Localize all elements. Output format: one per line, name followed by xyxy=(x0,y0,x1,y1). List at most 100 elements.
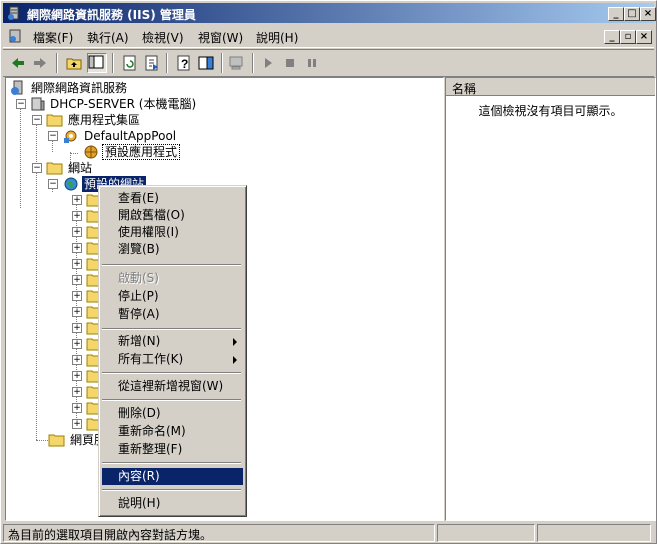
stop-icon[interactable] xyxy=(281,54,299,72)
collapse-toggle[interactable]: − xyxy=(32,115,42,125)
iis-app-icon xyxy=(8,6,19,20)
expand-toggle[interactable]: + xyxy=(72,211,82,221)
menu-view[interactable]: 檢視(V) xyxy=(142,29,184,46)
expand-toggle[interactable]: + xyxy=(72,419,82,429)
expand-toggle[interactable]: + xyxy=(72,323,82,333)
ctx-item-stop-label: 停止(P) xyxy=(118,289,159,303)
maximize-button[interactable]: □ xyxy=(624,7,640,21)
ctx-item-properties-label: 內容(R) xyxy=(118,469,160,483)
up-folder-icon[interactable] xyxy=(65,54,83,72)
status-field-3 xyxy=(537,524,651,542)
expand-toggle[interactable]: + xyxy=(72,371,82,381)
ctx-item-explore-label: 查看(E) xyxy=(118,191,159,205)
menu-file[interactable]: 檔案(F) xyxy=(33,29,73,46)
ctx-item-new-window[interactable]: 從這裡新增視窗(W) xyxy=(102,378,243,395)
expand-toggle[interactable]: + xyxy=(72,243,82,253)
ctx-item-all-tasks-label: 所有工作(K) xyxy=(118,352,184,366)
help-icon[interactable]: ? xyxy=(175,54,193,72)
expand-toggle[interactable]: + xyxy=(72,387,82,397)
ctx-item-permissions[interactable]: 使用權限(I) xyxy=(102,224,243,241)
ctx-item-start: 啟動(S) xyxy=(102,270,243,287)
ctx-item-pause[interactable]: 暫停(A) xyxy=(102,306,243,323)
close-button[interactable]: × xyxy=(640,7,656,21)
menu-bar: 檔案(F) 執行(A) 檢視(V) 視窗(W) 說明(H) _ ▫ × xyxy=(3,25,654,48)
menu-separator xyxy=(102,462,241,464)
main-window: 網際網路資訊服務 (IIS) 管理員 _ □ × 檔案(F) 執行(A) 檢視(… xyxy=(0,0,657,544)
expand-toggle[interactable]: + xyxy=(72,307,82,317)
ctx-item-refresh-label: 重新整理(F) xyxy=(118,442,183,456)
menu-separator xyxy=(102,328,241,330)
web-app-icon xyxy=(84,145,98,159)
computer-icon[interactable] xyxy=(227,54,245,72)
ctx-item-rename[interactable]: 重新命名(M) xyxy=(102,423,243,440)
tree-item-websites-label: 網站 xyxy=(68,161,93,175)
collapse-toggle[interactable]: − xyxy=(48,179,58,189)
status-field-2 xyxy=(437,524,535,542)
app-pool-icon xyxy=(64,130,77,143)
minimize-button[interactable]: _ xyxy=(608,7,624,21)
ctx-item-browse[interactable]: 瀏覽(B) xyxy=(102,241,243,258)
mdi-minimize-button[interactable]: _ xyxy=(604,30,620,44)
ctx-item-permissions-label: 使用權限(I) xyxy=(118,225,179,239)
ctx-item-new-window-label: 從這裡新增視窗(W) xyxy=(118,379,224,393)
refresh-icon[interactable] xyxy=(121,54,139,72)
ctx-item-properties[interactable]: 內容(R) xyxy=(102,468,243,485)
iis-root-icon xyxy=(11,80,23,95)
ctx-item-help-label: 說明(H) xyxy=(118,496,161,510)
menu-window[interactable]: 視窗(W) xyxy=(198,29,243,46)
back-arrow-icon[interactable] xyxy=(9,54,27,72)
folder-icon xyxy=(48,434,65,447)
expand-toggle[interactable]: + xyxy=(72,259,82,269)
server-icon xyxy=(31,97,45,111)
console-icon[interactable] xyxy=(8,29,24,43)
play-icon[interactable] xyxy=(259,54,277,72)
svg-text:?: ? xyxy=(181,57,188,71)
tree-root-label: 網際網路資訊服務 xyxy=(31,81,128,95)
tree-item-default-app-label: 預設應用程式 xyxy=(102,144,181,160)
menu-separator xyxy=(102,264,241,266)
collapse-toggle[interactable]: − xyxy=(16,99,26,109)
status-bar: 為目前的選取項目開啟內容對話方塊。 xyxy=(3,523,654,542)
ctx-item-rename-label: 重新命名(M) xyxy=(118,424,186,438)
export-list-icon[interactable] xyxy=(143,54,161,72)
expand-toggle[interactable]: + xyxy=(72,403,82,413)
ctx-item-open[interactable]: 開啟舊檔(O) xyxy=(102,207,243,224)
pause-icon[interactable] xyxy=(303,54,321,72)
folder-icon xyxy=(46,114,63,127)
collapse-toggle[interactable]: − xyxy=(48,131,58,141)
title-bar[interactable]: 網際網路資訊服務 (IIS) 管理員 _ □ × xyxy=(3,3,656,23)
mdi-close-button[interactable]: × xyxy=(636,30,652,44)
submenu-arrow-icon xyxy=(233,338,237,346)
show-tree-button[interactable] xyxy=(87,53,107,73)
ctx-item-stop[interactable]: 停止(P) xyxy=(102,288,243,305)
context-menu: 查看(E) 開啟舊檔(O) 使用權限(I) 瀏覽(B) 啟動(S) 停止(P) … xyxy=(98,185,247,517)
ctx-item-pause-label: 暫停(A) xyxy=(118,307,160,321)
menu-help[interactable]: 說明(H) xyxy=(256,29,298,46)
ctx-item-refresh[interactable]: 重新整理(F) xyxy=(102,441,243,458)
expand-toggle[interactable]: + xyxy=(72,195,82,205)
expand-toggle[interactable]: + xyxy=(72,339,82,349)
ctx-item-delete[interactable]: 刪除(D) xyxy=(102,405,243,422)
mdi-restore-button[interactable]: ▫ xyxy=(620,30,636,44)
ctx-item-start-label: 啟動(S) xyxy=(118,271,159,285)
show-action-pane-icon[interactable] xyxy=(197,54,215,72)
tree-item-default-app-pool-label: DefaultAppPool xyxy=(84,129,177,143)
expand-toggle[interactable]: + xyxy=(72,275,82,285)
ctx-item-explore[interactable]: 查看(E) xyxy=(102,190,243,207)
forward-arrow-icon[interactable] xyxy=(31,54,49,72)
window-title: 網際網路資訊服務 (IIS) 管理員 xyxy=(27,8,196,22)
status-text-field: 為目前的選取項目開啟內容對話方塊。 xyxy=(3,524,435,542)
ctx-item-all-tasks[interactable]: 所有工作(K) xyxy=(102,351,243,368)
ctx-item-help[interactable]: 說明(H) xyxy=(102,495,243,512)
collapse-toggle[interactable]: − xyxy=(32,163,42,173)
ctx-item-new[interactable]: 新增(N) xyxy=(102,333,243,350)
column-header-name[interactable]: 名稱 xyxy=(446,78,655,96)
result-pane[interactable]: 名稱 這個檢視沒有項目可顯示。 xyxy=(445,77,656,521)
column-header-name-label: 名稱 xyxy=(452,82,477,96)
expand-toggle[interactable]: + xyxy=(72,291,82,301)
expand-toggle[interactable]: + xyxy=(72,227,82,237)
ctx-item-delete-label: 刪除(D) xyxy=(118,406,161,420)
menu-separator xyxy=(102,372,241,374)
menu-action[interactable]: 執行(A) xyxy=(87,29,129,46)
expand-toggle[interactable]: + xyxy=(72,355,82,365)
